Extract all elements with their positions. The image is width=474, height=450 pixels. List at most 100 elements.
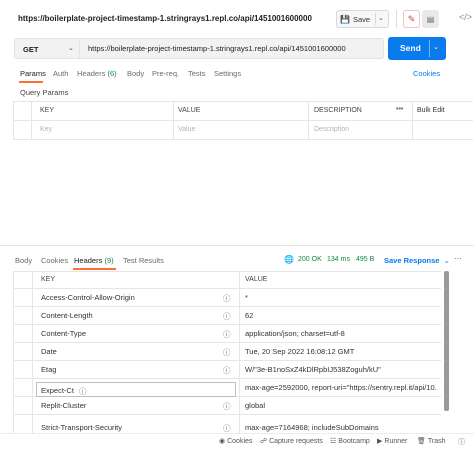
save-label: Save xyxy=(353,14,371,24)
pane-divider[interactable] xyxy=(0,245,474,246)
header-key-hover[interactable]: Expect-Ct ⓘ xyxy=(36,382,236,397)
save-response-label: Save Response xyxy=(384,256,440,265)
params-table: KEY VALUE DESCRIPTION ••• Bulk Edit Key … xyxy=(13,101,473,140)
description-input[interactable]: Description xyxy=(314,126,349,133)
footer-label: Bootcamp xyxy=(338,438,370,445)
response-time[interactable]: 134 ms xyxy=(327,256,350,263)
table-border xyxy=(13,306,441,307)
table-border xyxy=(13,414,441,415)
footer-label: Runner xyxy=(384,438,408,445)
column-value: VALUE xyxy=(245,276,268,283)
table-border xyxy=(13,342,441,343)
column-value: VALUE xyxy=(178,107,201,114)
header-value: * xyxy=(245,293,248,302)
table-border xyxy=(13,139,473,140)
more-options-icon[interactable]: ⋯ xyxy=(454,254,463,263)
column-description: DESCRIPTION xyxy=(314,107,362,114)
key-input[interactable]: Key xyxy=(40,126,52,133)
tab-label: Cookies xyxy=(41,256,69,265)
send-label: Send xyxy=(400,43,421,53)
header-value: max-age=2592000, report-uri="https://sen… xyxy=(245,383,437,392)
header-key: Strict-Transport-Security xyxy=(41,423,122,432)
capture-icon: ☍ xyxy=(260,438,268,445)
tab-body[interactable]: Body xyxy=(127,69,144,78)
send-divider xyxy=(429,40,430,57)
bootcamp-icon: ☳ xyxy=(330,438,337,445)
active-tab-indicator xyxy=(73,268,116,270)
info-icon[interactable]: ⓘ xyxy=(223,293,231,304)
tab-params[interactable]: Params xyxy=(20,69,46,78)
footer-bootcamp[interactable]: ☳ Bootcamp xyxy=(330,437,370,445)
header-key: Access-Control-Allow-Origin xyxy=(41,293,135,302)
more-options-icon[interactable]: ••• xyxy=(396,106,403,113)
info-icon[interactable]: ⓘ xyxy=(223,311,231,322)
info-icon[interactable]: ⓘ xyxy=(223,365,231,376)
chevron-down-icon[interactable]: ⌄ xyxy=(378,14,384,22)
code-icon[interactable]: </> xyxy=(459,12,472,22)
header-key: Etag xyxy=(41,365,57,374)
table-border xyxy=(13,324,441,325)
info-icon[interactable]: ⓘ xyxy=(223,401,231,412)
header-value: 62 xyxy=(245,311,254,320)
chevron-down-icon: ⌄ xyxy=(443,256,450,265)
table-border xyxy=(13,271,441,272)
cookie-icon: ◉ xyxy=(219,438,226,445)
chevron-down-icon: ⌄ xyxy=(68,45,74,52)
header-value: W/"3e-B1noSxZ4kDlRpbIJ538Zoguh/kU" xyxy=(245,365,381,374)
send-button[interactable]: Send ⌄ xyxy=(388,37,446,60)
header-value: application/json; charset=utf-8 xyxy=(245,329,345,338)
tab-auth[interactable]: Auth xyxy=(53,69,68,78)
footer-capture-requests[interactable]: ☍ Capture requests xyxy=(260,437,323,445)
edit-pencil-icon[interactable]: ✎ xyxy=(403,10,420,28)
column-key: KEY xyxy=(41,276,56,283)
table-border xyxy=(32,271,33,441)
save-divider xyxy=(375,13,376,25)
bulk-edit-link[interactable]: Bulk Edit xyxy=(417,107,445,114)
response-tab-test-results[interactable]: Test Results xyxy=(123,256,164,265)
footer-runner[interactable]: ▶ Runner xyxy=(377,437,407,445)
response-headers-table: KEY VALUE Access-Control-Allow-Origin ⓘ … xyxy=(13,271,441,441)
comment-icon[interactable]: ▤ xyxy=(422,10,439,28)
response-tab-cookies[interactable]: Cookies xyxy=(41,256,68,265)
tab-label: Headers xyxy=(77,69,106,78)
table-border xyxy=(13,101,473,102)
save-button[interactable]: 💾 Save ⌄ xyxy=(336,10,389,28)
save-icon: 💾 xyxy=(340,14,350,24)
footer-trash[interactable]: 🗑 Trash xyxy=(417,437,446,445)
table-border xyxy=(173,101,174,139)
tab-label: Pre-req. xyxy=(152,69,180,78)
footer-label: Capture requests xyxy=(269,438,323,445)
footer-cookies[interactable]: ◉ Cookies xyxy=(219,437,252,445)
url-input[interactable] xyxy=(80,38,384,59)
tab-tests[interactable]: Tests xyxy=(188,69,206,78)
tab-label: Body xyxy=(15,256,33,265)
response-tab-headers[interactable]: Headers (9) xyxy=(74,256,114,265)
info-icon[interactable]: ⓘ xyxy=(79,386,87,397)
response-tab-body[interactable]: Body xyxy=(15,256,32,265)
header-value: Tue, 20 Sep 2022 16:08:12 GMT xyxy=(245,347,355,356)
save-response-button[interactable]: Save Response ⌄ xyxy=(384,256,450,265)
chevron-down-icon[interactable]: ⌄ xyxy=(433,43,439,51)
cookies-link[interactable]: Cookies xyxy=(413,69,440,78)
header-key: Content-Length xyxy=(41,311,93,320)
tab-label: Settings xyxy=(214,69,242,78)
tab-label: Body xyxy=(127,69,145,78)
table-border xyxy=(239,271,240,441)
header-key: Content-Type xyxy=(41,329,87,338)
footer-label: Cookies xyxy=(227,438,253,445)
table-border xyxy=(13,288,441,289)
method-select[interactable]: GET ⌄ xyxy=(14,38,80,59)
scrollbar[interactable] xyxy=(444,271,449,411)
info-icon[interactable]: ⓘ xyxy=(223,347,231,358)
tab-pre-request[interactable]: Pre-req. xyxy=(152,69,179,78)
value-input[interactable]: Value xyxy=(178,126,195,133)
response-size[interactable]: 495 B xyxy=(356,256,374,263)
table-border xyxy=(13,271,14,441)
tab-headers[interactable]: Headers (6) xyxy=(77,69,117,78)
table-border xyxy=(412,101,413,139)
info-icon[interactable]: ⓘ xyxy=(223,329,231,340)
help-icon[interactable]: ⓘ xyxy=(458,437,465,447)
tab-settings[interactable]: Settings xyxy=(214,69,241,78)
status-badge[interactable]: 200 OK xyxy=(298,256,322,263)
globe-icon[interactable]: 🌐 xyxy=(284,255,294,264)
